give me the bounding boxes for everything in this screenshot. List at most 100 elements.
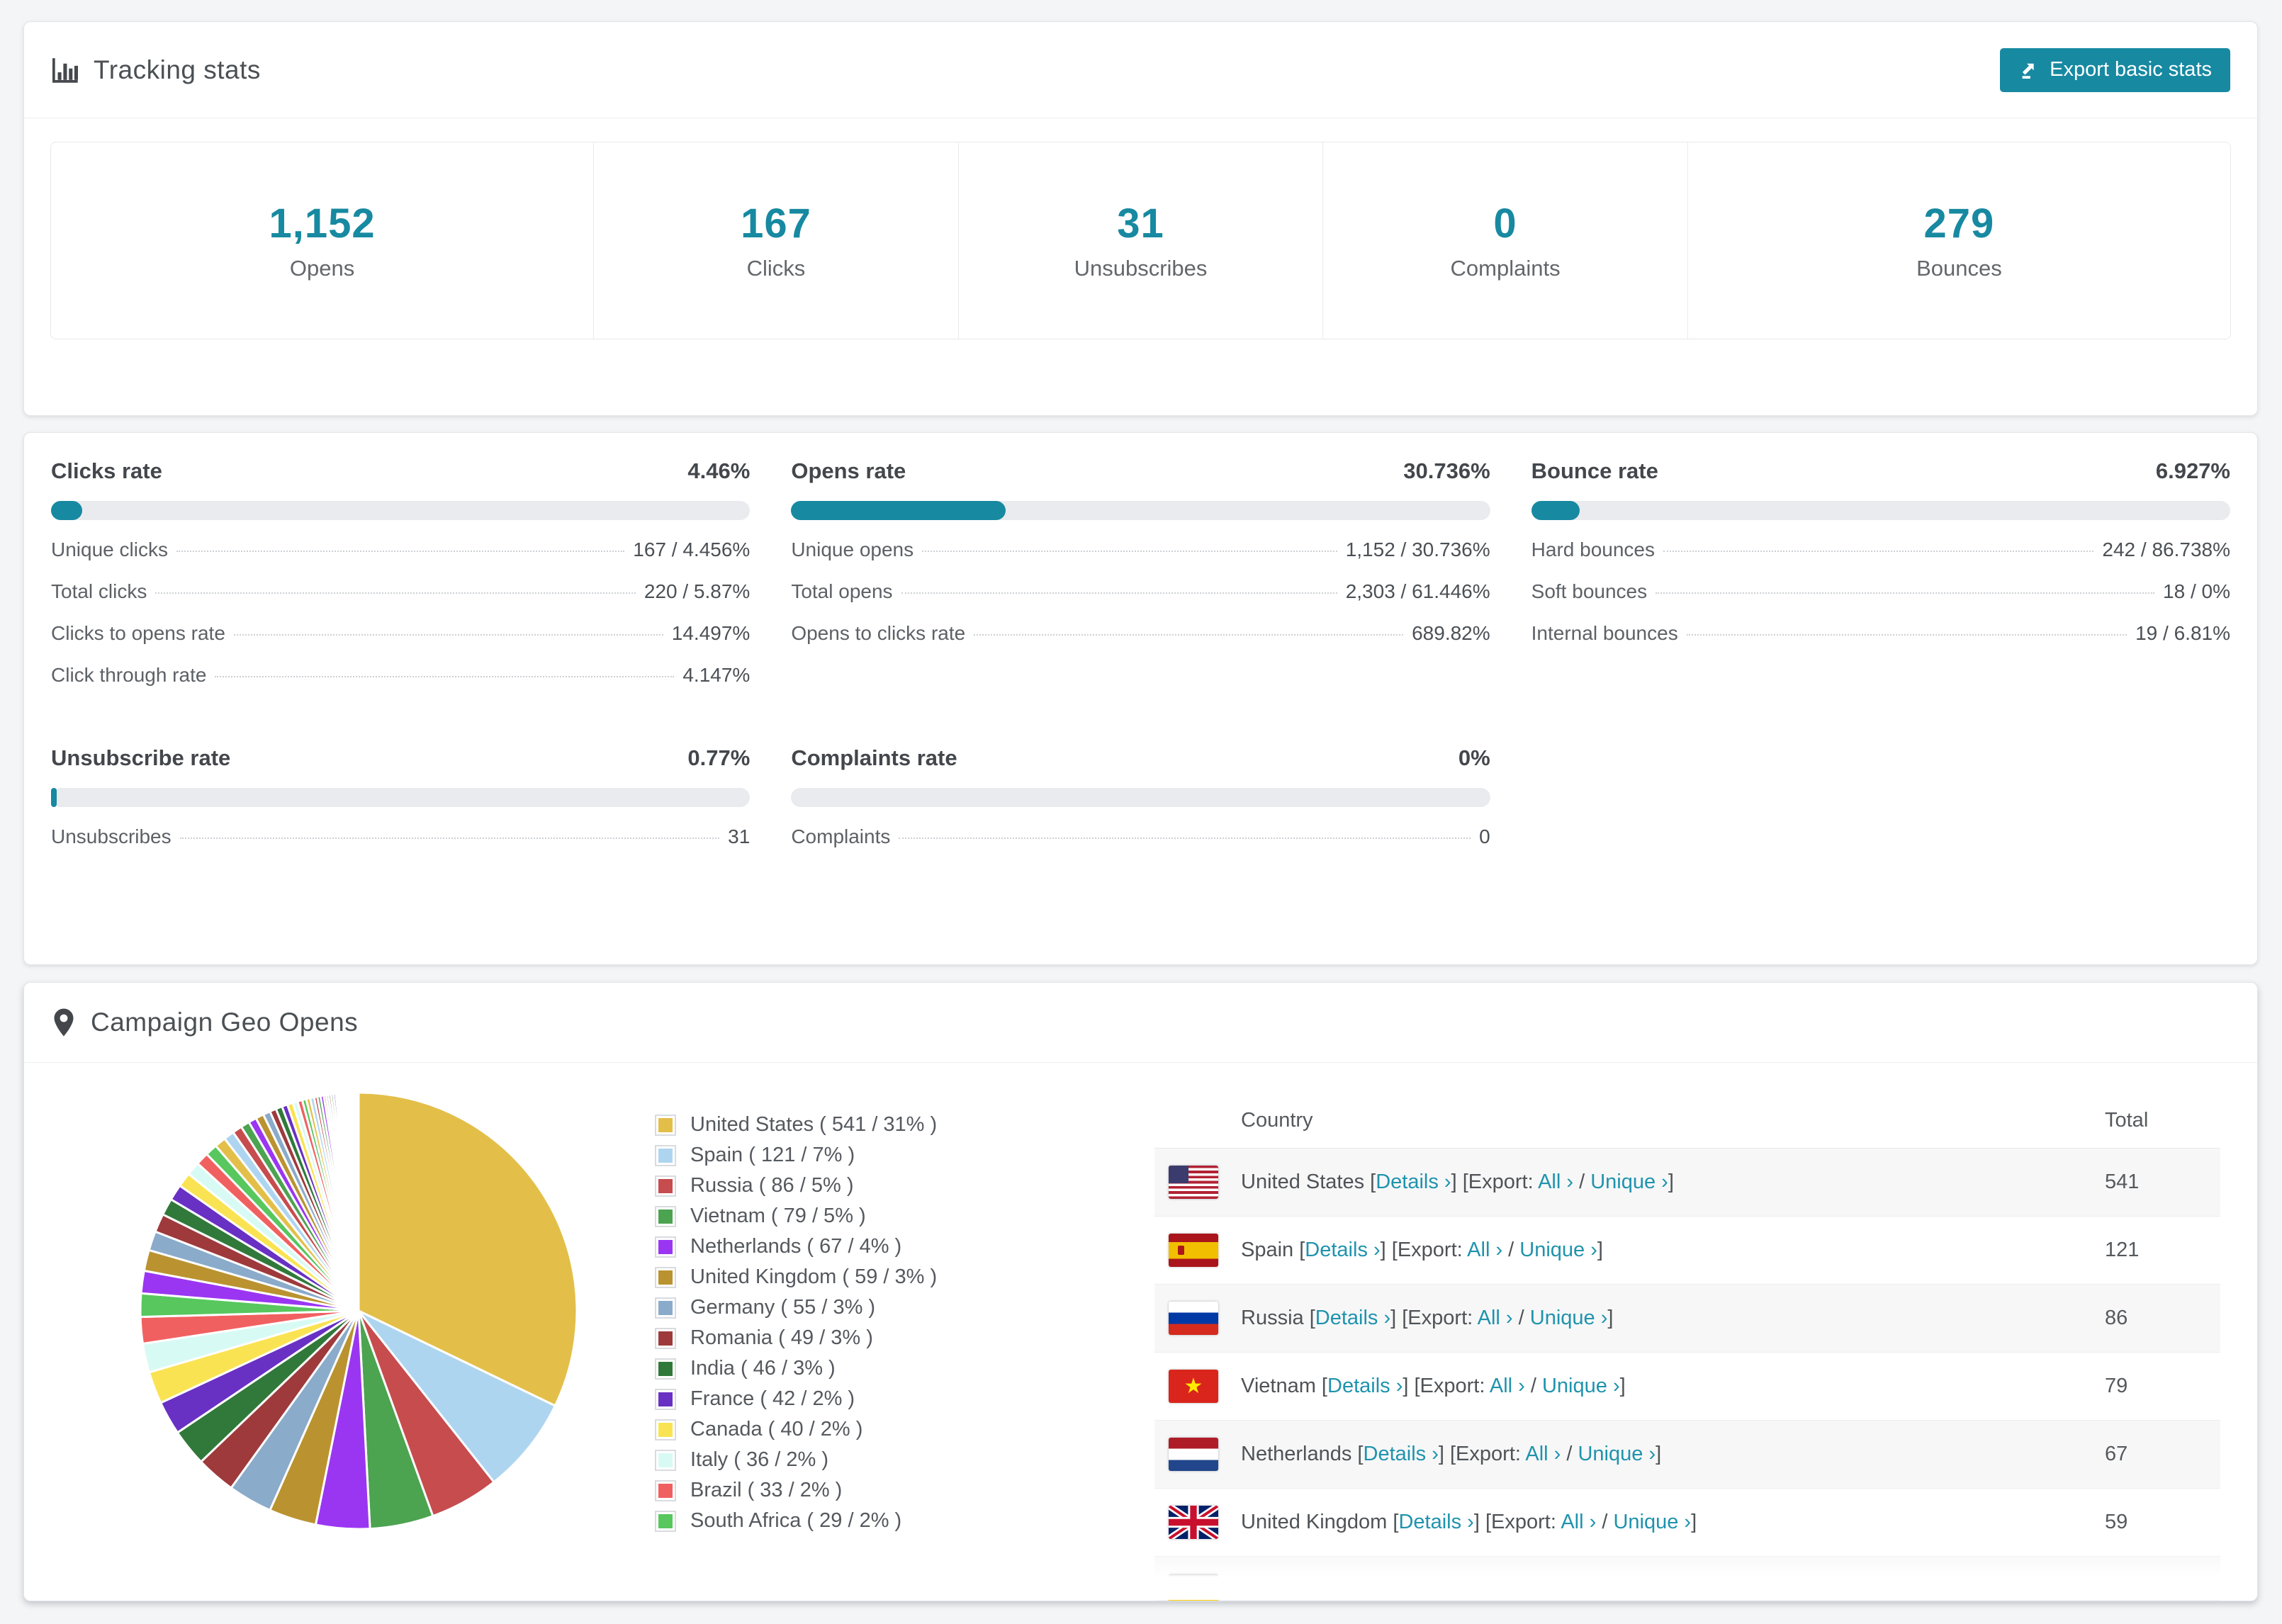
rate-progress-track <box>51 501 751 520</box>
details-link[interactable]: Details › <box>1364 1443 1439 1465</box>
dotted-leader <box>1656 592 2155 594</box>
legend-item-united-kingdom[interactable]: United Kingdom ( 59 / 3% ) <box>655 1262 937 1292</box>
country-flag-nl <box>1169 1438 1218 1471</box>
legend-swatch <box>655 1236 676 1258</box>
rate-detail-row: Hard bounces 242 / 86.738% <box>1531 538 2230 580</box>
legend-item-italy[interactable]: Italy ( 36 / 2% ) <box>655 1445 937 1475</box>
geo-content: United States ( 541 / 31% ) Spain ( 121 /… <box>24 1063 2257 1601</box>
stat-value: 1,152 <box>269 201 376 247</box>
rate-value: 0% <box>1458 745 1490 770</box>
rate-rows: Unique opens 1,152 / 30.736% Total opens 2,… <box>791 538 1490 664</box>
geo-opens-pie-chart <box>118 1070 600 1552</box>
geo-table-body: United States [Details ›] [Export: All ›… <box>1154 1149 2220 1601</box>
rate-detail-value: 220 / 5.87% <box>643 580 751 602</box>
country-flag-es <box>1169 1234 1218 1267</box>
total-cell: 121 <box>2105 1239 2140 1261</box>
rate-detail-row: Unique opens 1,152 / 30.736% <box>791 538 1490 580</box>
rate-detail-value: 18 / 0% <box>2163 580 2230 602</box>
legend-item-brazil[interactable]: Brazil ( 33 / 2% ) <box>655 1475 937 1506</box>
rate-title: Clicks rate <box>51 458 162 483</box>
export-all-link[interactable]: All › <box>1467 1239 1502 1261</box>
rate-progress-fill <box>51 501 82 520</box>
rate-detail-row: Opens to clicks rate 689.82% <box>791 622 1490 664</box>
rate-detail-row: Internal bounces 19 / 6.81% <box>1531 622 2230 664</box>
legend-swatch <box>655 1388 676 1410</box>
legend-item-romania[interactable]: Romania ( 49 / 3% ) <box>655 1323 937 1353</box>
legend-swatch <box>655 1449 676 1471</box>
tracking-stats-title: Tracking stats <box>51 55 261 85</box>
country-cell: United States [Details ›] [Export: All ›… <box>1241 1171 1674 1193</box>
country-name: Spain <box>1241 1239 1294 1261</box>
rate-detail-label: Total opens <box>791 580 893 602</box>
details-link[interactable]: Details › <box>1315 1307 1390 1329</box>
pie-legend: United States ( 541 / 31% ) Spain ( 121 /… <box>655 1110 937 1536</box>
legend-item-united-states[interactable]: United States ( 541 / 31% ) <box>655 1110 937 1140</box>
legend-label: Canada ( 40 / 2% ) <box>690 1418 863 1440</box>
export-all-link[interactable]: All › <box>1538 1171 1573 1193</box>
legend-item-india[interactable]: India ( 46 / 3% ) <box>655 1353 937 1384</box>
country-cell: United Kingdom [Details ›] [Export: All … <box>1241 1511 1697 1533</box>
rate-detail-label: Opens to clicks rate <box>791 622 966 644</box>
export-unique-link[interactable]: Unique › <box>1519 1239 1597 1261</box>
rate-title: Unsubscribe rate <box>51 745 231 770</box>
details-link[interactable]: Details › <box>1305 1239 1380 1261</box>
rate-detail-value: 31 <box>728 825 751 847</box>
stat-label: Clicks <box>746 256 806 281</box>
rate-value: 6.927% <box>2155 458 2230 483</box>
export-all-link[interactable]: All › <box>1561 1511 1596 1533</box>
export-all-link[interactable]: All › <box>1478 1307 1513 1329</box>
legend-label: Brazil ( 33 / 2% ) <box>690 1479 843 1501</box>
details-link[interactable]: Details › <box>1327 1375 1403 1397</box>
details-link[interactable]: Details › <box>1398 1511 1473 1533</box>
rate-value: 4.46% <box>687 458 751 483</box>
dotted-leader <box>922 551 1337 552</box>
campaign-geo-opens-card: Campaign Geo Opens United States ( 541 /… <box>23 982 2258 1601</box>
page-title: Tracking stats <box>94 55 261 84</box>
rate-detail-row: Total opens 2,303 / 61.446% <box>791 580 1490 622</box>
rate-detail-label: Soft bounces <box>1531 580 1648 602</box>
pie-svg <box>139 1091 578 1530</box>
total-cell: 59 <box>2105 1511 2128 1533</box>
country-name: United Kingdom <box>1241 1511 1388 1533</box>
export-unique-link[interactable]: Unique › <box>1530 1307 1608 1329</box>
legend-item-canada[interactable]: Canada ( 40 / 2% ) <box>655 1414 937 1445</box>
rate-progress-fill <box>51 788 57 807</box>
rate-head: Clicks rate 4.46% <box>51 458 750 484</box>
pie-slice-other <box>356 1091 360 1312</box>
rate-progress-track <box>1531 501 2230 520</box>
legend-item-south-africa[interactable]: South Africa ( 29 / 2% ) <box>655 1506 937 1536</box>
legend-item-spain[interactable]: Spain ( 121 / 7% ) <box>655 1140 937 1171</box>
rate-head: Unsubscribe rate 0.77% <box>51 745 750 771</box>
geo-title-wrap: Campaign Geo Opens <box>51 1007 358 1038</box>
total-cell: 86 <box>2105 1307 2128 1329</box>
export-unique-link[interactable]: Unique › <box>1613 1511 1691 1533</box>
rate-detail-label: Click through rate <box>51 664 207 686</box>
export-unique-link[interactable]: Unique › <box>1542 1375 1620 1397</box>
stat-value: 0 <box>1493 201 1517 247</box>
stat-label: Opens <box>289 256 355 281</box>
legend-item-vietnam[interactable]: Vietnam ( 79 / 5% ) <box>655 1201 937 1231</box>
legend-label: Italy ( 36 / 2% ) <box>690 1448 829 1471</box>
export-basic-stats-button[interactable]: Export basic stats <box>2000 47 2230 92</box>
rate-detail-value: 14.497% <box>671 622 751 644</box>
legend-item-russia[interactable]: Russia ( 86 / 5% ) <box>655 1171 937 1201</box>
export-all-link[interactable]: All › <box>1525 1443 1561 1465</box>
country-column-header: Country <box>1241 1108 1313 1132</box>
legend-label: Spain ( 121 / 7% ) <box>690 1144 855 1166</box>
legend-item-netherlands[interactable]: Netherlands ( 67 / 4% ) <box>655 1231 937 1262</box>
rate-detail-row: Soft bounces 18 / 0% <box>1531 580 2230 622</box>
country-name: Vietnam <box>1241 1375 1316 1397</box>
stat-cell-bounces: 279 Bounces <box>1687 142 2230 339</box>
legend-item-france[interactable]: France ( 42 / 2% ) <box>655 1384 937 1414</box>
section-title: Campaign Geo Opens <box>91 1008 359 1037</box>
details-link[interactable]: Details › <box>1376 1171 1451 1193</box>
export-all-link[interactable]: All › <box>1490 1375 1525 1397</box>
export-unique-link[interactable]: Unique › <box>1590 1171 1668 1193</box>
dotted-leader <box>901 592 1337 594</box>
rate-detail-label: Clicks to opens rate <box>51 622 225 644</box>
export-unique-link[interactable]: Unique › <box>1578 1443 1656 1465</box>
tracking-stats-card: Tracking stats Export basic stats 1,152 O… <box>23 21 2258 416</box>
legend-item-germany[interactable]: Germany ( 55 / 3% ) <box>655 1292 937 1323</box>
total-cell: 79 <box>2105 1375 2128 1397</box>
country-flag-us <box>1169 1166 1218 1199</box>
